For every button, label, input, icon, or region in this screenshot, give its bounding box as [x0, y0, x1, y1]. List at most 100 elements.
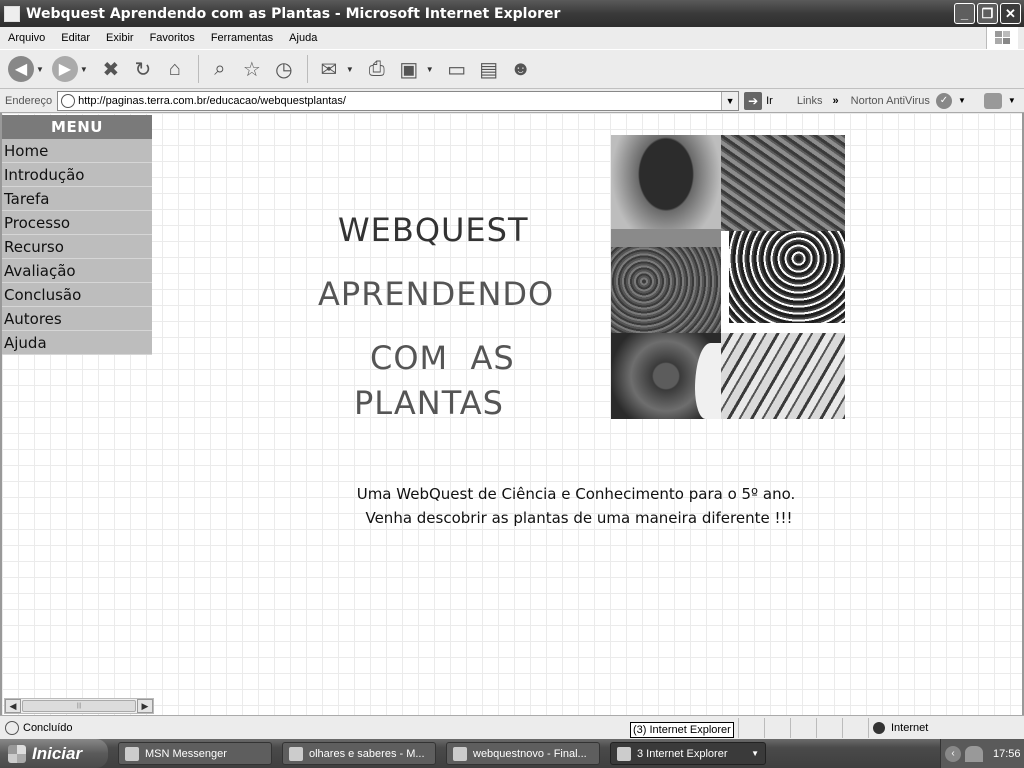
discuss-icon[interactable]: ▭: [442, 54, 472, 84]
messenger-tray-icon[interactable]: [965, 745, 983, 762]
menu-ajuda[interactable]: Ajuda: [281, 32, 325, 44]
address-url[interactable]: http://paginas.terra.com.br/educacao/web…: [78, 95, 346, 107]
start-button[interactable]: Iniciar: [0, 739, 108, 768]
norton-antivirus-label[interactable]: Norton AntiVirus: [851, 95, 930, 107]
windows-logo-icon: [986, 27, 1018, 49]
globe-icon: [873, 722, 885, 734]
edit-dropdown-icon[interactable]: ▼: [426, 65, 434, 74]
page-content: MENU Home Introdução Tarefa Processo Rec…: [0, 113, 1024, 715]
links-label[interactable]: Links: [797, 95, 823, 107]
status-cell: [738, 718, 764, 738]
menu-link-tarefa[interactable]: Tarefa: [2, 187, 152, 211]
menu-link-ajuda[interactable]: Ajuda: [2, 331, 152, 355]
home-icon[interactable]: ⌂: [160, 54, 190, 84]
task-label: 3 Internet Explorer: [637, 747, 728, 760]
security-zone: Internet: [868, 718, 928, 738]
window-controls: _ ❐ ✕: [954, 3, 1021, 24]
mail-icon[interactable]: ✉: [314, 54, 344, 84]
status-bar: Concluído Internet: [0, 715, 1024, 739]
menu-arquivo[interactable]: Arquivo: [0, 32, 53, 44]
menu-ferramentas[interactable]: Ferramentas: [203, 32, 281, 44]
address-input[interactable]: http://paginas.terra.com.br/educacao/web…: [57, 90, 740, 111]
leaves-photo: [721, 333, 845, 419]
page-status-icon: [5, 720, 19, 735]
edit-icon[interactable]: ▣: [394, 54, 424, 84]
window-title: Webquest Aprendendo com as Plantas - Mic…: [26, 5, 561, 22]
menu-link-conclusao[interactable]: Conclusão: [2, 283, 152, 307]
word-document-icon: [453, 746, 467, 761]
status-cell: [764, 718, 790, 738]
windows-flag-icon: [8, 744, 26, 763]
status-cells: [738, 718, 868, 738]
menu-link-processo[interactable]: Processo: [2, 211, 152, 235]
status-text: Concluído: [23, 721, 73, 734]
ie-page-icon: [4, 5, 20, 22]
bark-photo: [611, 333, 721, 419]
toolbar-separator: [306, 55, 308, 83]
forward-dropdown-icon[interactable]: ▼: [80, 65, 88, 74]
scroll-thumb[interactable]: |||: [22, 700, 136, 712]
refresh-icon[interactable]: ↻: [128, 54, 158, 84]
menu-link-home[interactable]: Home: [2, 139, 152, 163]
back-dropdown-icon[interactable]: ▼: [36, 65, 44, 74]
scroll-left-icon[interactable]: ◀: [5, 699, 21, 713]
show-hidden-icons-icon[interactable]: ‹: [945, 745, 961, 762]
group-dropdown-icon[interactable]: ▼: [751, 749, 759, 758]
address-dropdown-icon[interactable]: ▼: [721, 91, 739, 110]
toolbar: ◀ ▼ ▶ ▼ ✖ ↻ ⌂ ⌕ ☆ ◷ ✉ ▼ ⎙ ▣ ▼ ▭ ▤ ☻: [0, 49, 1024, 89]
norton-dropdown-icon[interactable]: ▼: [958, 96, 966, 105]
task-webquestnovo[interactable]: webquestnovo - Final...: [446, 742, 600, 765]
back-icon[interactable]: ◀: [8, 56, 34, 82]
history-icon[interactable]: ◷: [269, 54, 299, 84]
messenger-icon[interactable]: ☻: [506, 54, 536, 84]
menu-link-introducao[interactable]: Introdução: [2, 163, 152, 187]
forward-icon[interactable]: ▶: [51, 56, 78, 82]
minimize-button[interactable]: _: [954, 3, 975, 24]
menu-link-avaliacao[interactable]: Avaliação: [2, 259, 152, 283]
menu-link-autores[interactable]: Autores: [2, 307, 152, 331]
task-msn-messenger[interactable]: MSN Messenger: [118, 742, 272, 765]
menu-favoritos[interactable]: Favoritos: [142, 32, 203, 44]
go-arrow-icon[interactable]: ➔: [744, 91, 763, 110]
translate-icon[interactable]: [983, 92, 1002, 109]
norton-icon[interactable]: ✓: [935, 92, 952, 109]
links-chevron-icon[interactable]: »: [833, 95, 839, 107]
menu-link-recurso[interactable]: Recurso: [2, 235, 152, 259]
horizontal-scrollbar[interactable]: ◀ ||| ▶: [4, 698, 154, 714]
stop-icon[interactable]: ✖: [96, 54, 126, 84]
research-icon[interactable]: ▤: [474, 54, 504, 84]
branches-photo: [721, 231, 845, 333]
clock[interactable]: 17:56: [993, 748, 1021, 760]
tagline-1: Uma WebQuest de Ciência e Conhecimento p…: [356, 485, 796, 503]
word-document-icon: [289, 746, 303, 761]
taskbar: Iniciar MSN Messenger olhares e saberes …: [0, 739, 1024, 768]
status-cell: [842, 718, 868, 738]
ie-icon: [617, 746, 631, 761]
print-icon[interactable]: ⎙: [362, 54, 392, 84]
favorites-icon[interactable]: ☆: [237, 54, 267, 84]
maximize-button[interactable]: ❐: [977, 3, 998, 24]
task-internet-explorer-group[interactable]: 3 Internet Explorer ▼: [610, 742, 766, 765]
status-cell: [816, 718, 842, 738]
hero-title-webquest: WEBQUEST: [338, 211, 529, 249]
menu-editar[interactable]: Editar: [53, 32, 98, 44]
hero-title-aprendendo: APRENDENDO: [318, 275, 555, 313]
search-icon[interactable]: ⌕: [205, 54, 235, 84]
toolbar-separator: [197, 55, 199, 83]
page-icon: [61, 93, 76, 108]
close-button[interactable]: ✕: [1000, 3, 1021, 24]
go-button[interactable]: Ir: [766, 95, 773, 107]
system-tray: ‹ 17:56: [940, 739, 1024, 768]
menu-header: MENU: [2, 115, 152, 139]
hero-title-plantas: PLANTAS: [354, 384, 504, 422]
msn-icon: [125, 746, 139, 761]
scroll-right-icon[interactable]: ▶: [137, 699, 153, 713]
mail-dropdown-icon[interactable]: ▼: [346, 65, 354, 74]
title-bar: Webquest Aprendendo com as Plantas - Mic…: [0, 0, 1024, 27]
task-label: webquestnovo - Final...: [473, 747, 587, 760]
menu-exibir[interactable]: Exibir: [98, 32, 142, 44]
side-menu: MENU Home Introdução Tarefa Processo Rec…: [2, 115, 152, 355]
task-olhares-e-saberes[interactable]: olhares e saberes - M...: [282, 742, 436, 765]
translate-dropdown-icon[interactable]: ▼: [1008, 96, 1016, 105]
task-label: MSN Messenger: [145, 747, 227, 760]
